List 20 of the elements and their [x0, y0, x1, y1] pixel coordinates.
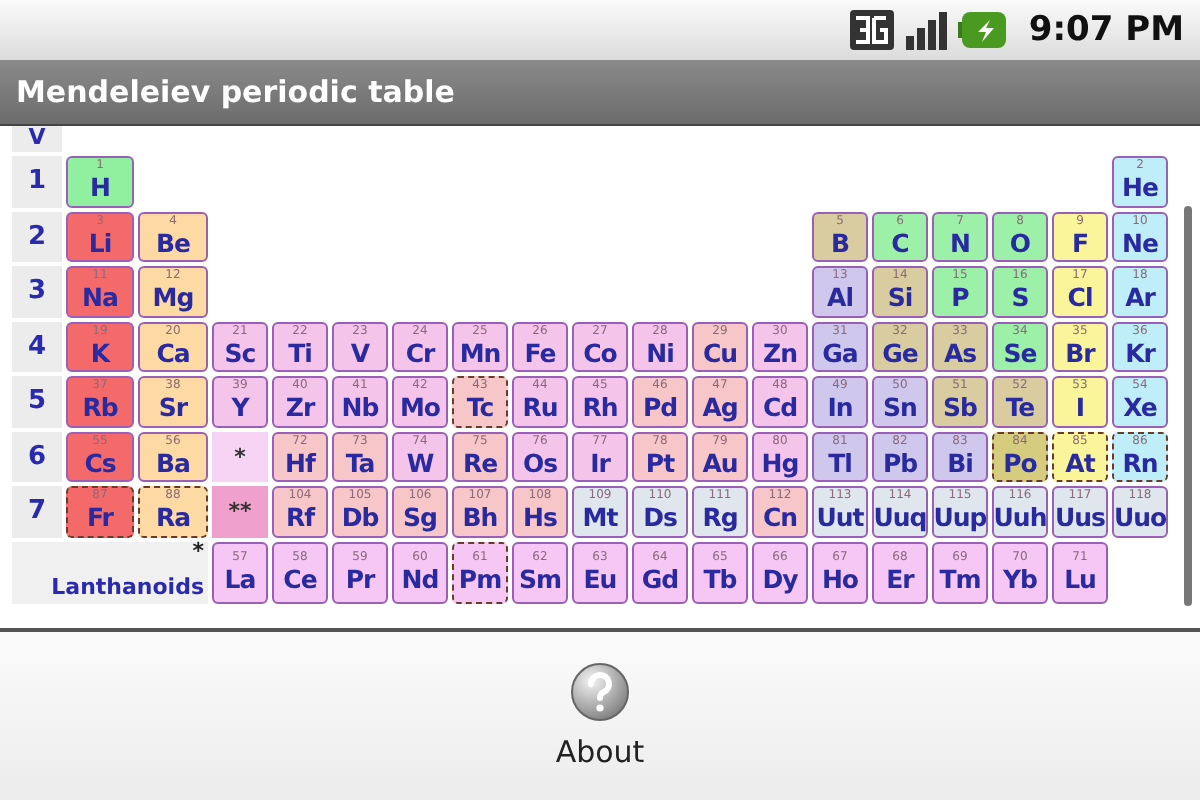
period-label: 6	[12, 431, 62, 482]
help-icon	[570, 662, 630, 722]
period-label: 5	[12, 376, 62, 427]
lanthanoid-marker-cell[interactable]: **	[212, 486, 268, 537]
window-title: Mendeleiev periodic table	[16, 74, 455, 110]
clock-time: 9:07 PM	[1028, 10, 1184, 50]
about-menu-item[interactable]: About	[0, 632, 1200, 800]
period-label: 7	[12, 486, 62, 537]
3g-data-icon	[850, 10, 895, 50]
series-marker: *	[192, 541, 204, 561]
column-header: V	[12, 126, 62, 152]
period-label: 2	[12, 211, 62, 262]
scrollbar[interactable]	[1184, 206, 1192, 606]
lanthanoid-marker-cell[interactable]: *	[212, 431, 268, 482]
signal-icon	[904, 10, 949, 50]
lanthanoids-label: Lanthanoids	[51, 573, 204, 599]
period-label: 3	[12, 266, 62, 317]
period-label: 4	[12, 321, 62, 372]
period-label: 1	[12, 156, 62, 207]
battery-charging-icon	[958, 12, 1007, 48]
